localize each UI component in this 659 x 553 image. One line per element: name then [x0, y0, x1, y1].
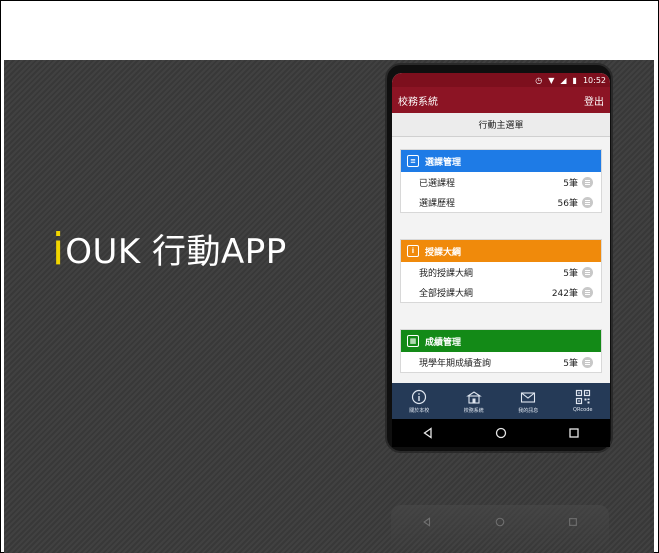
wifi-icon: ▼ [548, 75, 555, 85]
tab-about[interactable]: 關於本校 [392, 383, 447, 419]
menu-content[interactable]: ≡ 選課管理 已選課程 5筆 選課歷程 56筆 i 授課大綱 我的授課大綱 5筆… [392, 137, 610, 383]
list-item-selected-courses[interactable]: 已選課程 5筆 [401, 172, 601, 192]
bottom-tab-bar: 關於本校 校務系統 我的訊息 QRcode [392, 383, 610, 419]
list-item-label: 我的授課大綱 [419, 268, 474, 279]
back-icon[interactable] [422, 427, 434, 439]
home-icon[interactable] [495, 427, 507, 439]
list-item-label: 已選課程 [419, 178, 456, 189]
tab-label: 我的訊息 [518, 407, 539, 414]
info-circle-icon [412, 389, 427, 404]
headline-prefix: i [52, 224, 65, 275]
home-icon-reflection [495, 517, 505, 527]
page-title: 行動主選單 [392, 113, 610, 137]
calculator-icon: ▦ [407, 335, 419, 347]
card-header[interactable]: ▦ 成績管理 [401, 330, 601, 352]
school-icon [465, 390, 482, 404]
card-header[interactable]: ≡ 選課管理 [401, 150, 601, 172]
logout-button[interactable]: 登出 [584, 93, 604, 108]
promo-headline: i OUK 行動APP [52, 222, 287, 275]
list-item-count: 5筆 [563, 268, 578, 279]
alarm-icon: ◷ [535, 75, 543, 85]
tab-label: 關於本校 [409, 407, 430, 414]
list-menu-icon [582, 266, 593, 278]
document-icon: ≡ [407, 155, 419, 167]
status-bar: ◷ ▼ ◢ ▮ 10:52 [392, 73, 610, 87]
list-menu-icon [582, 286, 593, 298]
list-menu-icon [582, 356, 593, 368]
tab-label: 校務系統 [463, 407, 484, 414]
list-menu-icon [582, 196, 593, 208]
list-item-selection-history[interactable]: 選課歷程 56筆 [401, 192, 601, 212]
reflection-nav [391, 517, 609, 527]
phone-mockup: ◷ ▼ ◢ ▮ 10:52 校務系統 登出 行動主選單 ≡ 選課管理 已選課程 … [385, 63, 613, 453]
headline-text: OUK 行動APP [65, 232, 287, 272]
card-title: 授課大綱 [425, 247, 462, 258]
list-item-my-syllabus[interactable]: 我的授課大綱 5筆 [401, 262, 601, 282]
recents-icon[interactable] [568, 427, 580, 439]
tab-school-system[interactable]: 校務系統 [447, 383, 502, 419]
tab-label: QRcode [573, 407, 593, 413]
app-title: 校務系統 [398, 96, 438, 108]
list-item-all-syllabus[interactable]: 全部授課大綱 242筆 [401, 282, 601, 302]
card-syllabus: i 授課大綱 我的授課大綱 5筆 全部授課大綱 242筆 [400, 239, 602, 303]
info-icon: i [407, 245, 419, 257]
card-course-selection: ≡ 選課管理 已選課程 5筆 選課歷程 56筆 [400, 149, 602, 213]
recents-icon-reflection [568, 518, 577, 526]
qrcode-icon [575, 389, 590, 405]
card-grades: ▦ 成績管理 現學年期成績查詢 5筆 [400, 329, 602, 373]
status-time: 10:52 [582, 75, 606, 85]
tab-messages[interactable]: 我的訊息 [501, 383, 556, 419]
phone-screen: ◷ ▼ ◢ ▮ 10:52 校務系統 登出 行動主選單 ≡ 選課管理 已選課程 … [392, 73, 610, 447]
android-nav-bar [392, 419, 610, 447]
phone-reflection [391, 505, 609, 553]
back-icon-reflection [423, 517, 431, 527]
mail-icon [521, 391, 536, 403]
card-title: 成績管理 [425, 337, 462, 348]
app-bar: 校務系統 登出 [392, 87, 610, 113]
list-item-count: 56筆 [557, 198, 578, 209]
list-item-count: 5筆 [563, 358, 578, 369]
list-item-count: 242筆 [551, 288, 578, 299]
list-item-label: 選課歷程 [419, 198, 456, 209]
list-menu-icon [582, 176, 593, 188]
list-item-current-grades[interactable]: 現學年期成績查詢 5筆 [401, 352, 601, 372]
list-item-label: 全部授課大綱 [419, 288, 474, 299]
signal-icon: ◢ [560, 75, 567, 85]
list-item-count: 5筆 [563, 178, 578, 189]
card-header[interactable]: i 授課大綱 [401, 240, 601, 262]
battery-icon: ▮ [572, 75, 577, 85]
card-title: 選課管理 [425, 157, 462, 168]
list-item-label: 現學年期成績查詢 [419, 358, 492, 369]
tab-qrcode[interactable]: QRcode [556, 383, 611, 419]
